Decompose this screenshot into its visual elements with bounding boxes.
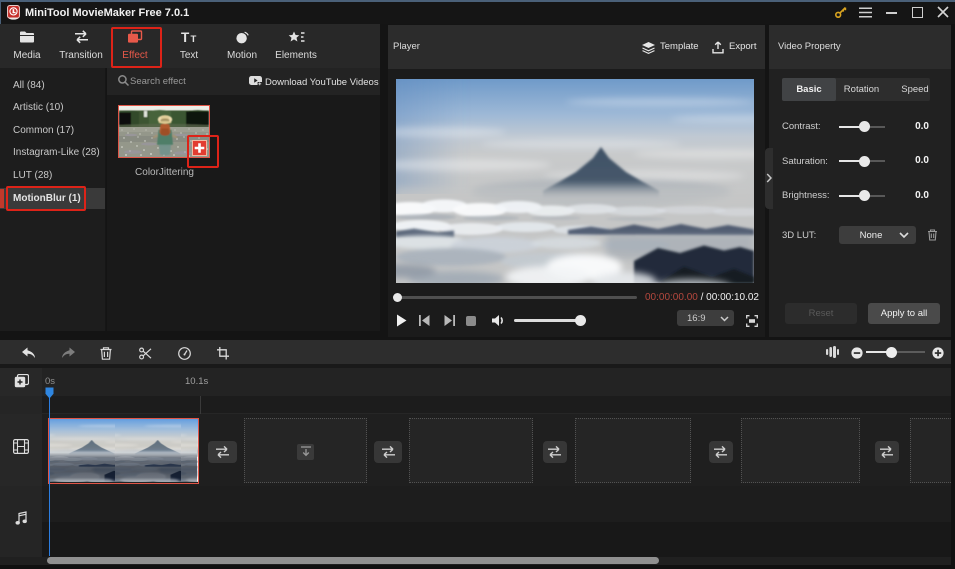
svg-text:T: T <box>190 34 196 44</box>
svg-text:T: T <box>181 30 190 44</box>
